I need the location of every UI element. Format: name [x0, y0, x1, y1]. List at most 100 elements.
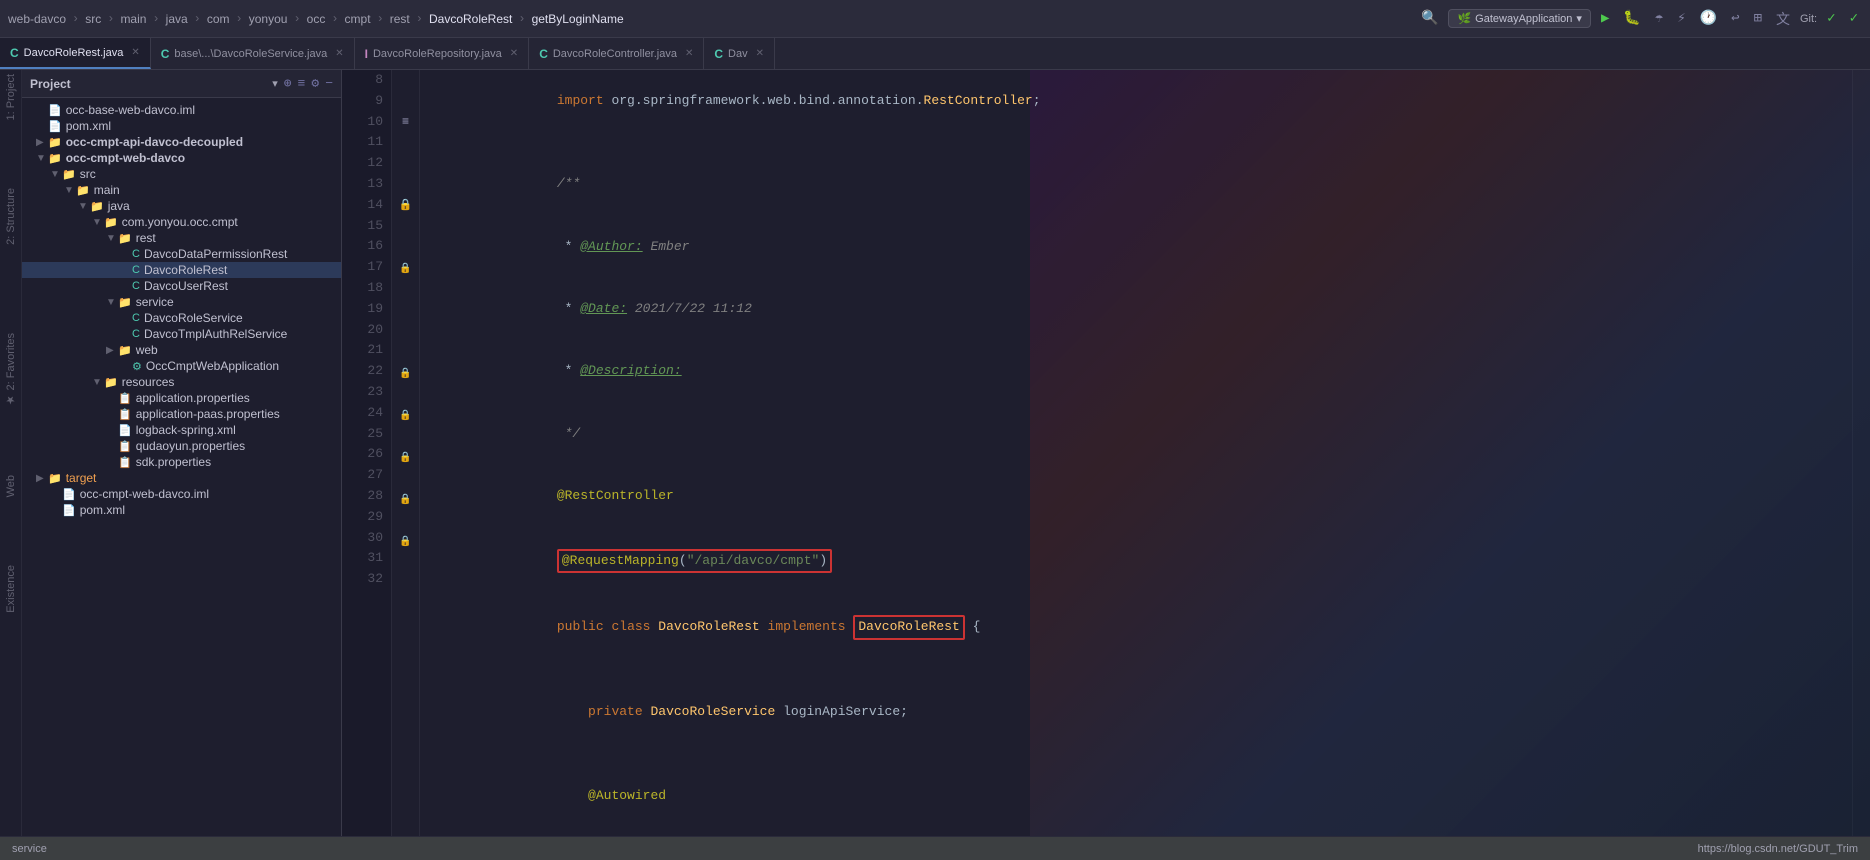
tab-icon-c4: C	[714, 47, 723, 61]
panel-minimize-icon[interactable]: −	[325, 76, 333, 91]
tree-item-main[interactable]: ▼ 📁 main	[22, 182, 341, 198]
tree-item-dataperm[interactable]: C DavcoDataPermissionRest	[22, 246, 341, 262]
panel-sync-icon[interactable]: ⊕	[284, 76, 292, 91]
tab-label3: DavcoRoleRepository.java	[373, 48, 502, 60]
breadcrumb-class[interactable]: DavcoRoleRest	[429, 12, 512, 26]
window-button[interactable]: ⊞	[1750, 8, 1766, 29]
tree-item-roleservice[interactable]: C DavcoRoleService	[22, 310, 341, 326]
undo-button[interactable]: ↩	[1727, 8, 1743, 29]
tab-bar: C DavcoRoleRest.java ✕ C base\...\DavcoR…	[0, 38, 1870, 70]
tree-item-resources[interactable]: ▼ 📁 resources	[22, 374, 341, 390]
run-config[interactable]: 🌿 GatewayApplication ▾	[1448, 9, 1590, 28]
panel-settings-icon[interactable]: ⚙	[311, 76, 319, 91]
tree-item-target[interactable]: ▶ 📁 target	[22, 470, 341, 486]
run-button[interactable]: ▶	[1597, 8, 1613, 29]
code-container[interactable]: 8 9 10 11 12 13 14 15 16 17 18 19 20 21 …	[342, 70, 1870, 836]
breadcrumb-web-davco[interactable]: web-davco	[8, 12, 66, 26]
folder-icon6: 📁	[104, 216, 118, 229]
tree-item-quda[interactable]: 📋 qudaoyun.properties	[22, 438, 341, 454]
breadcrumb-java[interactable]: java	[166, 12, 188, 26]
profile-button[interactable]: ⚡	[1673, 8, 1689, 29]
breadcrumb-src[interactable]: src	[85, 12, 101, 26]
coverage-button[interactable]: ☂	[1651, 8, 1667, 29]
panel-collapse-icon[interactable]: ≡	[298, 76, 306, 91]
favorites-label[interactable]: ★ 2: Favorites	[4, 333, 17, 407]
structure-label[interactable]: 2: Structure	[5, 188, 17, 245]
tree-item-apppaas[interactable]: 📋 application-paas.properties	[22, 406, 341, 422]
tree-item-java[interactable]: ▼ 📁 java	[22, 198, 341, 214]
git-label: Git:	[1800, 13, 1817, 25]
editor-right-gutter	[1852, 70, 1870, 836]
existence-label[interactable]: Existence	[5, 565, 17, 613]
debug-button[interactable]: 🐛	[1619, 8, 1644, 29]
breadcrumb-rest[interactable]: rest	[390, 12, 410, 26]
folder-icon10: 📁	[104, 376, 118, 389]
breadcrumb-cmpt[interactable]: cmpt	[345, 12, 371, 26]
bottom-bar: service https://blog.csdn.net/GDUT_Trim	[0, 836, 1870, 860]
tab-close5[interactable]: ✕	[756, 48, 764, 59]
tree-item-appprops[interactable]: 📋 application.properties	[22, 390, 341, 406]
git-check1[interactable]: ✓	[1823, 8, 1839, 29]
code-line-21: @Autowired	[432, 765, 1840, 827]
search-icon[interactable]: 🔍	[1417, 8, 1442, 29]
breadcrumb-method[interactable]: getByLoginName	[532, 12, 624, 26]
tab-dav[interactable]: C Dav ✕	[704, 38, 775, 69]
tab-close4[interactable]: ✕	[685, 48, 693, 59]
iml-icon2: 📄	[62, 488, 76, 501]
tree-item-web-folder[interactable]: ▶ 📁 web	[22, 342, 341, 358]
tab-davcoRoleRest[interactable]: C DavcoRoleRest.java ✕	[0, 38, 151, 69]
tree-item-webdavco-iml[interactable]: 📄 occ-cmpt-web-davco.iml	[22, 486, 341, 502]
line-numbers: 8 9 10 11 12 13 14 15 16 17 18 19 20 21 …	[342, 70, 392, 836]
tab-close2[interactable]: ✕	[335, 48, 343, 59]
tree-item-webapp[interactable]: ⚙ OccCmptWebApplication	[22, 358, 341, 374]
java-icon4: C	[132, 312, 140, 324]
tree-item-iml[interactable]: 📄 occ-base-web-davco.iml	[22, 102, 341, 118]
tab-close3[interactable]: ✕	[510, 48, 518, 59]
panel-header: Project ▾ ⊕ ≡ ⚙ −	[22, 70, 341, 98]
props-icon4: 📋	[118, 456, 132, 469]
tree-item-service-folder[interactable]: ▼ 📁 service	[22, 294, 341, 310]
breadcrumb-com[interactable]: com	[207, 12, 230, 26]
translate-button[interactable]: 文	[1772, 7, 1794, 31]
tab-davcoRoleRepository[interactable]: I DavcoRoleRepository.java ✕	[355, 38, 530, 69]
tree-item-userrest[interactable]: C DavcoUserRest	[22, 278, 341, 294]
history-button[interactable]: 🕐	[1696, 8, 1721, 29]
project-label[interactable]: 1: Project	[5, 74, 17, 120]
tree-item-src[interactable]: ▼ 📁 src	[22, 166, 341, 182]
dropdown-icon: ▾	[1576, 12, 1582, 25]
tab-davcoRoleController[interactable]: C DavcoRoleController.java ✕	[529, 38, 704, 69]
java-icon5: C	[132, 328, 140, 340]
java-icon: C	[132, 248, 140, 260]
tree-item-logback[interactable]: 📄 logback-spring.xml	[22, 422, 341, 438]
run-config-label: GatewayApplication	[1475, 13, 1572, 25]
toolbar-right: 🔍 🌿 GatewayApplication ▾ ▶ 🐛 ☂ ⚡ 🕐 ↩ ⊞ 文…	[1417, 7, 1862, 31]
folder-icon2: 📁	[48, 152, 62, 165]
code-line-8: import org.springframework.web.bind.anno…	[432, 70, 1840, 132]
tree-item-pom[interactable]: 📄 pom.xml	[22, 118, 341, 134]
tab-close[interactable]: ✕	[131, 47, 139, 58]
tree-item-webdavco[interactable]: ▼ 📁 occ-cmpt-web-davco	[22, 150, 341, 166]
tree-item-rolerest[interactable]: C DavcoRoleRest	[22, 262, 341, 278]
breadcrumb-yonyou[interactable]: yonyou	[249, 12, 288, 26]
breadcrumb-occ[interactable]: occ	[307, 12, 326, 26]
tree-item-pom2[interactable]: 📄 pom.xml	[22, 502, 341, 518]
breadcrumb-main[interactable]: main	[120, 12, 146, 26]
git-check2[interactable]: ✓	[1846, 8, 1862, 29]
tree-item-pkg[interactable]: ▼ 📁 com.yonyou.occ.cmpt	[22, 214, 341, 230]
xml-icon: 📄	[48, 120, 62, 133]
web-label[interactable]: Web	[5, 475, 17, 497]
tab-davcoRoleService[interactable]: C base\...\DavcoRoleService.java ✕	[151, 38, 355, 69]
tree-item-decoupled[interactable]: ▶ 📁 occ-cmpt-api-davco-decoupled	[22, 134, 341, 150]
tab-icon-c2: C	[161, 47, 170, 61]
code-line-11: * @Author: Ember	[432, 216, 1840, 278]
code-line-22: public void setDavcoTestApiService(Davco…	[432, 827, 1840, 836]
code-line-16: @RequestMapping("/api/davco/cmpt")	[432, 528, 1840, 594]
props-icon3: 📋	[118, 440, 132, 453]
tree-item-sdk[interactable]: 📋 sdk.properties	[22, 454, 341, 470]
java-icon6: ⚙	[132, 360, 142, 373]
tree-item-tmplservice[interactable]: C DavcoTmplAuthRelService	[22, 326, 341, 342]
editor-area: 8 9 10 11 12 13 14 15 16 17 18 19 20 21 …	[342, 70, 1870, 836]
code-text-area[interactable]: import org.springframework.web.bind.anno…	[420, 70, 1852, 836]
tree-item-rest[interactable]: ▼ 📁 rest	[22, 230, 341, 246]
java-icon2: C	[132, 264, 140, 276]
